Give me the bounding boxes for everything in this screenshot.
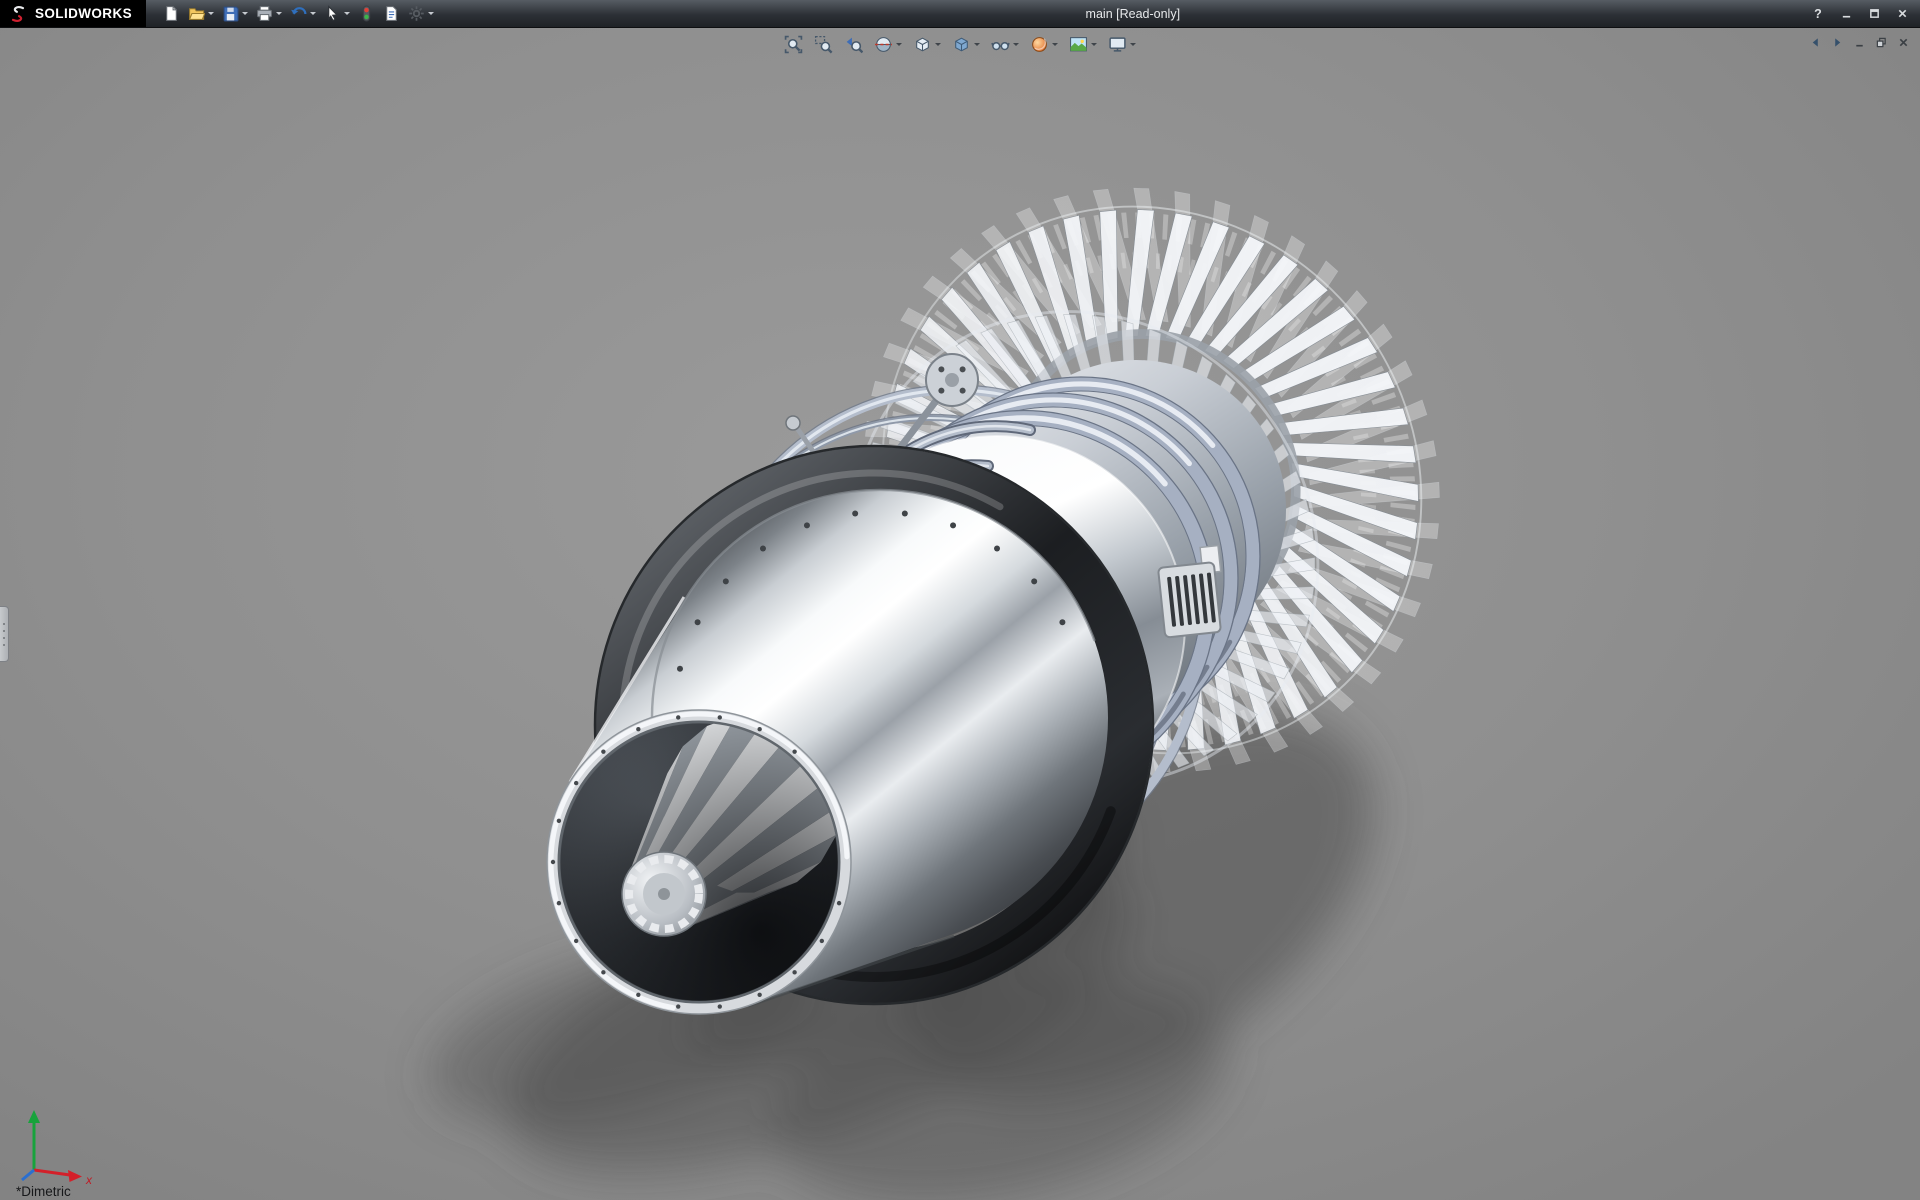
previous-view-button[interactable] (841, 32, 866, 56)
options-button[interactable] (405, 3, 437, 25)
axis-z (22, 1170, 34, 1180)
previous-document-icon (1810, 37, 1821, 48)
dropdown-caret-icon (310, 12, 316, 15)
close-button[interactable] (1890, 4, 1914, 23)
print-icon (256, 5, 273, 22)
edit-appearance-button[interactable] (1027, 32, 1061, 56)
new-document-icon (163, 5, 180, 22)
zoom-to-fit-icon (784, 35, 803, 54)
minimize-document-icon (1854, 37, 1865, 48)
print-button[interactable] (253, 3, 285, 25)
options-icon (408, 5, 425, 22)
dropdown-caret-icon (1052, 43, 1058, 46)
display-style-icon (952, 35, 971, 54)
view-orientation-icon (913, 35, 932, 54)
featuremanager-splitter-handle[interactable] (0, 606, 9, 662)
file-properties-icon (383, 5, 400, 22)
restore-document-button[interactable] (1872, 34, 1890, 50)
app-window-controls: ? (1806, 4, 1920, 23)
dropdown-caret-icon (344, 12, 350, 15)
maximize-icon (1869, 8, 1880, 19)
solidworks-logo-icon (8, 4, 28, 24)
front-rim-and-shaft (547, 710, 851, 1014)
dropdown-caret-icon (1130, 43, 1136, 46)
new-document-button[interactable] (160, 3, 183, 25)
dropdown-caret-icon (428, 12, 434, 15)
close-document-button[interactable] (1894, 34, 1912, 50)
dropdown-caret-icon (896, 43, 902, 46)
brand-name: SOLIDWORKS (35, 6, 132, 21)
dropdown-caret-icon (1091, 43, 1097, 46)
graphics-area: x *Dimetric (0, 28, 1920, 1200)
minimize-button[interactable] (1834, 4, 1858, 23)
undo-button[interactable] (287, 3, 319, 25)
save-icon (222, 5, 239, 22)
dropdown-caret-icon (974, 43, 980, 46)
orientation-triad: x (12, 1100, 104, 1186)
view-settings-button[interactable] (1105, 32, 1139, 56)
section-view-button[interactable] (871, 32, 905, 56)
rebuild-icon (358, 5, 375, 22)
section-view-icon (874, 35, 893, 54)
next-document-icon (1832, 37, 1843, 48)
previous-view-icon (844, 35, 863, 54)
viewport-3d[interactable] (0, 28, 1920, 1200)
document-window-controls (1806, 34, 1912, 50)
heads-up-view-toolbar (781, 32, 1139, 56)
save-button[interactable] (219, 3, 251, 25)
file-properties-button[interactable] (380, 3, 403, 25)
view-orientation-button[interactable] (910, 32, 944, 56)
help-icon: ? (1814, 7, 1822, 21)
maximize-button[interactable] (1862, 4, 1886, 23)
jet-engine-model (547, 71, 1558, 1014)
apply-scene-button[interactable] (1066, 32, 1100, 56)
main-toolbar (160, 3, 437, 25)
zoom-to-fit-button[interactable] (781, 32, 806, 56)
dropdown-caret-icon (276, 12, 282, 15)
next-document-button[interactable] (1828, 34, 1846, 50)
open-icon (188, 5, 205, 22)
apply-scene-icon (1069, 35, 1088, 54)
close-document-icon (1898, 37, 1909, 48)
display-style-button[interactable] (949, 32, 983, 56)
restore-document-icon (1876, 37, 1887, 48)
solidworks-logo-block: SOLIDWORKS (0, 0, 146, 27)
select-button[interactable] (321, 3, 353, 25)
minimize-icon (1841, 8, 1852, 19)
axis-x-label: x (85, 1173, 93, 1186)
minimize-document-button[interactable] (1850, 34, 1868, 50)
axis-y (28, 1110, 40, 1170)
dropdown-caret-icon (208, 12, 214, 15)
title-bar: SOLIDWORKS main [Read-only] ? (0, 0, 1920, 28)
dropdown-caret-icon (935, 43, 941, 46)
select-icon (324, 5, 341, 22)
zoom-to-area-icon (814, 35, 833, 54)
hide-show-items-icon (991, 35, 1010, 54)
close-icon (1897, 8, 1908, 19)
edit-appearance-icon (1030, 35, 1049, 54)
splitter-grip-icon (2, 621, 6, 647)
previous-document-button[interactable] (1806, 34, 1824, 50)
help-button[interactable]: ? (1806, 4, 1830, 23)
undo-icon (290, 5, 307, 22)
window-title: main [Read-only] (1086, 7, 1181, 21)
open-button[interactable] (185, 3, 217, 25)
dropdown-caret-icon (242, 12, 248, 15)
zoom-to-area-button[interactable] (811, 32, 836, 56)
hide-show-items-button[interactable] (988, 32, 1022, 56)
view-orientation-label: *Dimetric (16, 1184, 71, 1199)
dropdown-caret-icon (1013, 43, 1019, 46)
view-settings-icon (1108, 35, 1127, 54)
rebuild-button[interactable] (355, 3, 378, 25)
